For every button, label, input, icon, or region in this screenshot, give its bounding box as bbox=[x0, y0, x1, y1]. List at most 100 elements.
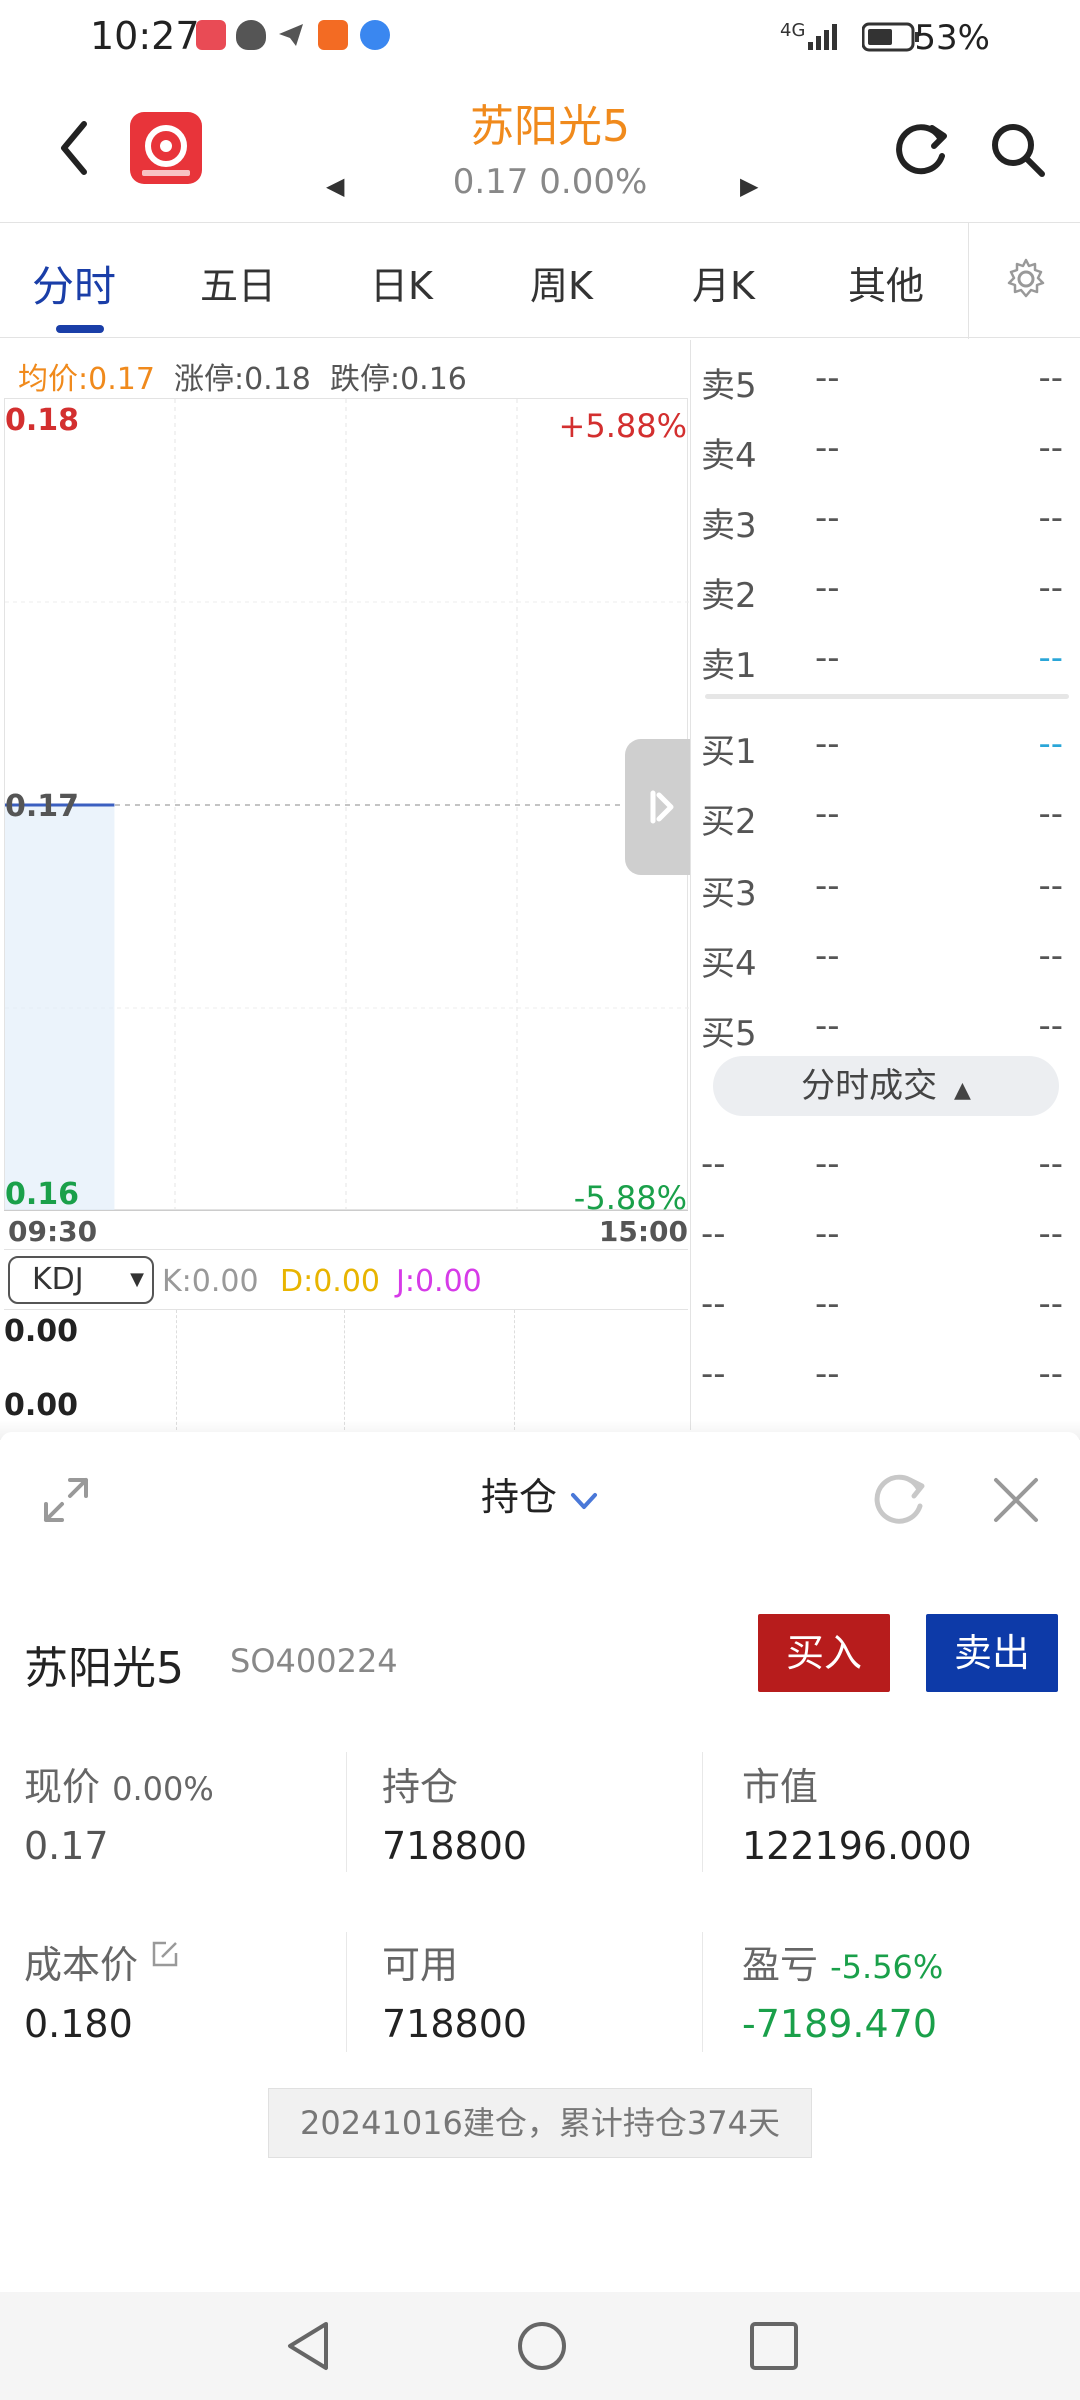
nav-home-icon[interactable] bbox=[514, 2318, 570, 2378]
buy-button[interactable]: 买入 bbox=[758, 1614, 890, 1692]
stock-header: 苏阳光5 ◀ 0.17 0.00% ▶ bbox=[0, 80, 1080, 220]
tab-other[interactable]: 其他 bbox=[848, 255, 924, 310]
trade-volume: -- bbox=[1038, 1214, 1063, 1254]
bid-label: 买3 bbox=[701, 874, 757, 914]
ask-4-row: 卖4 -- -- bbox=[691, 414, 1080, 484]
current-price-pct: 0.00% bbox=[112, 1770, 214, 1808]
trade-time: -- bbox=[701, 1354, 726, 1394]
ask-label: 卖4 bbox=[701, 436, 757, 476]
search-icon[interactable] bbox=[988, 120, 1048, 184]
bid-price: -- bbox=[815, 936, 840, 976]
trade-time: -- bbox=[701, 1284, 726, 1324]
bid-2-row: 买2 -- -- bbox=[691, 780, 1080, 850]
indicator-bottom-value: 0.00 bbox=[4, 1388, 79, 1423]
price-plot[interactable]: 0.18 0.17 0.16 +5.88% -5.88% bbox=[4, 398, 691, 1217]
bid-volume: -- bbox=[1038, 724, 1063, 764]
available-label: 可用 bbox=[382, 1943, 459, 1987]
tab-five-day[interactable]: 五日 bbox=[200, 255, 276, 310]
cost-price-label: 成本价 bbox=[24, 1934, 180, 1989]
tab-intraday[interactable]: 分时 bbox=[32, 253, 116, 314]
indicator-plot: 0.00 0.00 bbox=[4, 1310, 688, 1430]
column-divider bbox=[346, 1932, 347, 2052]
close-icon[interactable] bbox=[990, 1474, 1042, 1530]
sell-button[interactable]: 卖出 bbox=[926, 1614, 1058, 1692]
refresh-icon[interactable] bbox=[890, 118, 952, 184]
time-start: 09:30 bbox=[8, 1215, 98, 1248]
bid-price: -- bbox=[815, 866, 840, 906]
network-label: 4G bbox=[780, 20, 806, 41]
status-time: 10:27 bbox=[90, 14, 200, 58]
intraday-chart: 均价:0.17 涨停:0.18 跌停:0.16 0.18 0.17 0.16 +… bbox=[0, 340, 691, 1430]
tab-monthly-k[interactable]: 月K bbox=[692, 255, 755, 310]
chart-info: 均价:0.17 涨停:0.18 跌停:0.16 bbox=[18, 354, 467, 398]
bid-price: -- bbox=[815, 724, 840, 764]
edit-icon[interactable] bbox=[150, 1934, 180, 1978]
available-value: 718800 bbox=[382, 2002, 528, 2046]
tab-divider bbox=[968, 223, 969, 339]
chart-tabs: 分时 五日 日K 周K 月K 其他 bbox=[0, 222, 1080, 339]
ask-label: 卖3 bbox=[701, 506, 757, 546]
battery-icon bbox=[861, 22, 920, 56]
trade-price: -- bbox=[815, 1144, 840, 1184]
kdj-j: J:0.00 bbox=[396, 1264, 482, 1299]
ask-price: -- bbox=[815, 428, 840, 468]
ask-volume: -- bbox=[1038, 428, 1063, 468]
bid-4-row: 买4 -- -- bbox=[691, 922, 1080, 992]
indicator-select[interactable]: KDJ ▼ bbox=[8, 1256, 154, 1304]
stock-code: SO400224 bbox=[230, 1642, 398, 1680]
refresh-icon[interactable] bbox=[870, 1470, 930, 1534]
collapse-panel-handle[interactable] bbox=[625, 739, 691, 875]
tab-weekly-k[interactable]: 周K bbox=[530, 255, 593, 310]
active-tab-indicator bbox=[56, 325, 104, 333]
holding-label: 持仓 bbox=[382, 1765, 459, 1809]
caret-up-icon: ▲ bbox=[953, 1078, 971, 1103]
ask-label: 卖5 bbox=[701, 366, 757, 406]
ask-2-row: 卖2 -- -- bbox=[691, 554, 1080, 624]
bid-volume: -- bbox=[1038, 936, 1063, 976]
send-icon bbox=[276, 20, 306, 50]
shield-icon bbox=[236, 20, 266, 50]
indicator-bar: KDJ ▼ K:0.00 D:0.00 J:0.00 bbox=[4, 1250, 688, 1310]
trade-row: -- -- -- bbox=[691, 1270, 1080, 1340]
ask-5-row: 卖5 -- -- bbox=[691, 344, 1080, 414]
market-value: 122196.000 bbox=[742, 1824, 972, 1868]
trade-volume: -- bbox=[1038, 1144, 1063, 1184]
market-value-label: 市值 bbox=[742, 1765, 819, 1809]
next-stock-button[interactable]: ▶ bbox=[740, 172, 758, 200]
trade-time: -- bbox=[701, 1144, 726, 1184]
time-axis: 09:30 15:00 bbox=[4, 1210, 688, 1250]
bid-volume: -- bbox=[1038, 866, 1063, 906]
nav-recents-icon[interactable] bbox=[748, 2320, 800, 2376]
trade-row: -- -- -- bbox=[691, 1200, 1080, 1270]
current-price-label: 现价 0.00% bbox=[24, 1756, 214, 1811]
order-book-panel: 卖5 -- -- 卖4 -- -- 卖3 -- -- 卖2 -- -- 卖1 -… bbox=[690, 340, 1080, 1430]
holding-duration-note: 20241016建仓，累计持仓374天 bbox=[268, 2088, 812, 2158]
system-nav-bar bbox=[0, 2292, 1080, 2400]
bid-label: 买4 bbox=[701, 944, 757, 984]
indicator-grid-line bbox=[514, 1310, 515, 1430]
avg-price: 均价:0.17 bbox=[18, 362, 155, 397]
bid-price: -- bbox=[815, 794, 840, 834]
spread-divider bbox=[705, 694, 1069, 699]
chevron-down-icon: ▼ bbox=[130, 1269, 144, 1290]
settings-gear-icon[interactable] bbox=[1004, 257, 1048, 305]
ask-volume: -- bbox=[1038, 568, 1063, 608]
notification-book-icon bbox=[196, 20, 226, 50]
stock-name: 苏阳光5 bbox=[24, 1643, 184, 1694]
ask-volume: -- bbox=[1038, 498, 1063, 538]
price-plot-svg bbox=[5, 399, 689, 1211]
trade-price: -- bbox=[815, 1214, 840, 1254]
indicator-name: KDJ bbox=[32, 1262, 84, 1297]
trade-time: -- bbox=[701, 1214, 726, 1254]
ask-volume: -- bbox=[1038, 358, 1063, 398]
bid-volume: -- bbox=[1038, 1006, 1063, 1046]
intraday-trades-toggle[interactable]: 分时成交 ▲ bbox=[713, 1056, 1059, 1116]
limit-down-price: 跌停:0.16 bbox=[329, 362, 467, 397]
bid-5-row: 买5 -- -- bbox=[691, 992, 1080, 1062]
current-price-label-text: 现价 bbox=[24, 1765, 101, 1809]
nav-back-icon[interactable] bbox=[282, 2318, 334, 2378]
y-tick-bottom: 0.16 bbox=[5, 1177, 80, 1212]
pnl-pct: -5.56% bbox=[830, 1948, 944, 1986]
tab-daily-k[interactable]: 日K bbox=[370, 255, 433, 310]
sheet-title-label: 持仓 bbox=[480, 1475, 557, 1519]
